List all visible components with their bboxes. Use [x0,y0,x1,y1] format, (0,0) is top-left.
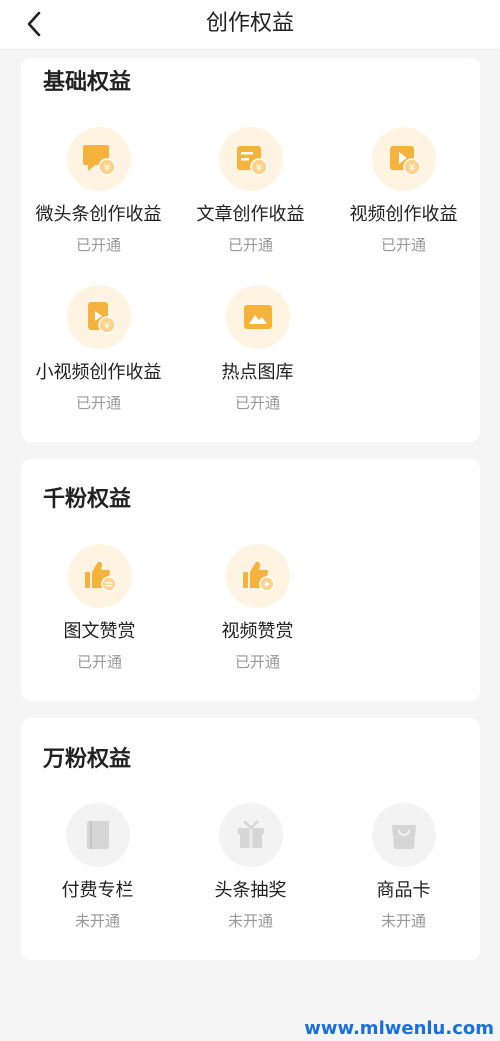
article-icon-circle: ¥ [218,127,283,191]
gift-box-icon [237,820,264,848]
item-label: 小视频创作收益 [35,362,162,383]
shopping-bag-icon [391,825,416,849]
rights-item-lottery[interactable]: 头条抽奖 未开通 [174,803,327,931]
rights-item-hot-gallery[interactable]: 热点图库 已开通 [181,285,334,413]
watermark: www.mlwenlu.com [304,1018,494,1039]
micro-headline-icon-circle: ¥ [66,127,131,191]
book-icon [86,821,109,849]
top-navbar: 创作权益 [0,0,500,50]
item-status: 已开通 [75,394,121,412]
video-yuan-icon: ¥ [389,146,421,176]
item-status: 未开通 [74,912,120,930]
short-video-icon-circle: ¥ [66,285,131,349]
article-yuan-icon: ¥ [236,146,268,176]
paid-column-icon-circle [65,803,130,867]
section-title-ten-thousand-fans: 万粉权益 [43,747,132,772]
item-label: 微头条创作收益 [35,204,162,225]
rights-item-article[interactable]: ¥ 文章创作收益 已开通 [174,127,327,255]
item-label: 头条抽奖 [214,880,287,901]
svg-text:¥: ¥ [255,163,261,174]
item-status: 未开通 [380,912,426,930]
item-status: 已开通 [76,653,122,671]
svg-text:¥: ¥ [103,163,109,174]
item-status: 已开通 [75,236,121,254]
item-label: 图文赞赏 [63,621,136,642]
item-label: 热点图库 [221,362,294,383]
rights-item-video-reward[interactable]: 视频赞赏 已开通 [181,544,334,672]
video-icon-circle: ¥ [371,127,436,191]
thousand-fans-rights-card: 千粉权益 图文赞赏 已开通 视频赞赏 已开通 [21,459,480,701]
rights-item-product-card[interactable]: 商品卡 未开通 [327,803,480,931]
hot-gallery-icon-circle [225,285,290,349]
rights-item-micro-headline[interactable]: ¥ 微头条创作收益 已开通 [22,127,175,255]
svg-text:¥: ¥ [408,163,414,174]
rights-item-paid-column[interactable]: 付费专栏 未开通 [21,803,174,931]
item-label: 视频创作收益 [349,204,458,225]
item-label: 文章创作收益 [196,204,305,225]
product-card-icon-circle [371,803,436,867]
chat-bubble-yuan-icon: ¥ [82,145,116,176]
lottery-icon-circle [218,803,283,867]
section-title-basic: 基础权益 [43,70,132,95]
svg-text:¥: ¥ [103,321,109,332]
video-reward-icon-circle [225,544,290,608]
thumbs-up-text-icon [84,561,117,592]
item-status: 已开通 [234,394,280,412]
rights-item-video[interactable]: ¥ 视频创作收益 已开通 [327,127,480,255]
basic-rights-card: 基础权益 ¥ 微头条创作收益 已开通 ¥ 文章创作收益 已开通 ¥ 视频创作收益… [21,58,480,442]
item-status: 已开通 [227,236,273,254]
short-video-yuan-icon: ¥ [87,302,116,334]
item-status: 未开通 [227,912,273,930]
page-title: 创作权益 [205,11,294,36]
item-status: 已开通 [234,653,280,671]
item-label: 视频赞赏 [221,621,294,642]
rights-item-short-video[interactable]: ¥ 小视频创作收益 已开通 [22,285,175,413]
item-label: 付费专栏 [61,880,134,901]
text-reward-icon-circle [67,544,132,608]
rights-item-text-reward[interactable]: 图文赞赏 已开通 [23,544,176,672]
item-label: 商品卡 [376,880,431,901]
thumbs-up-video-icon [242,561,275,592]
image-gallery-icon [243,305,272,329]
ten-thousand-fans-rights-card: 万粉权益 付费专栏 未开通 头条抽奖 未开通 商品卡 未开通 [21,718,480,960]
section-title-thousand-fans: 千粉权益 [43,487,132,512]
item-status: 已开通 [380,236,426,254]
